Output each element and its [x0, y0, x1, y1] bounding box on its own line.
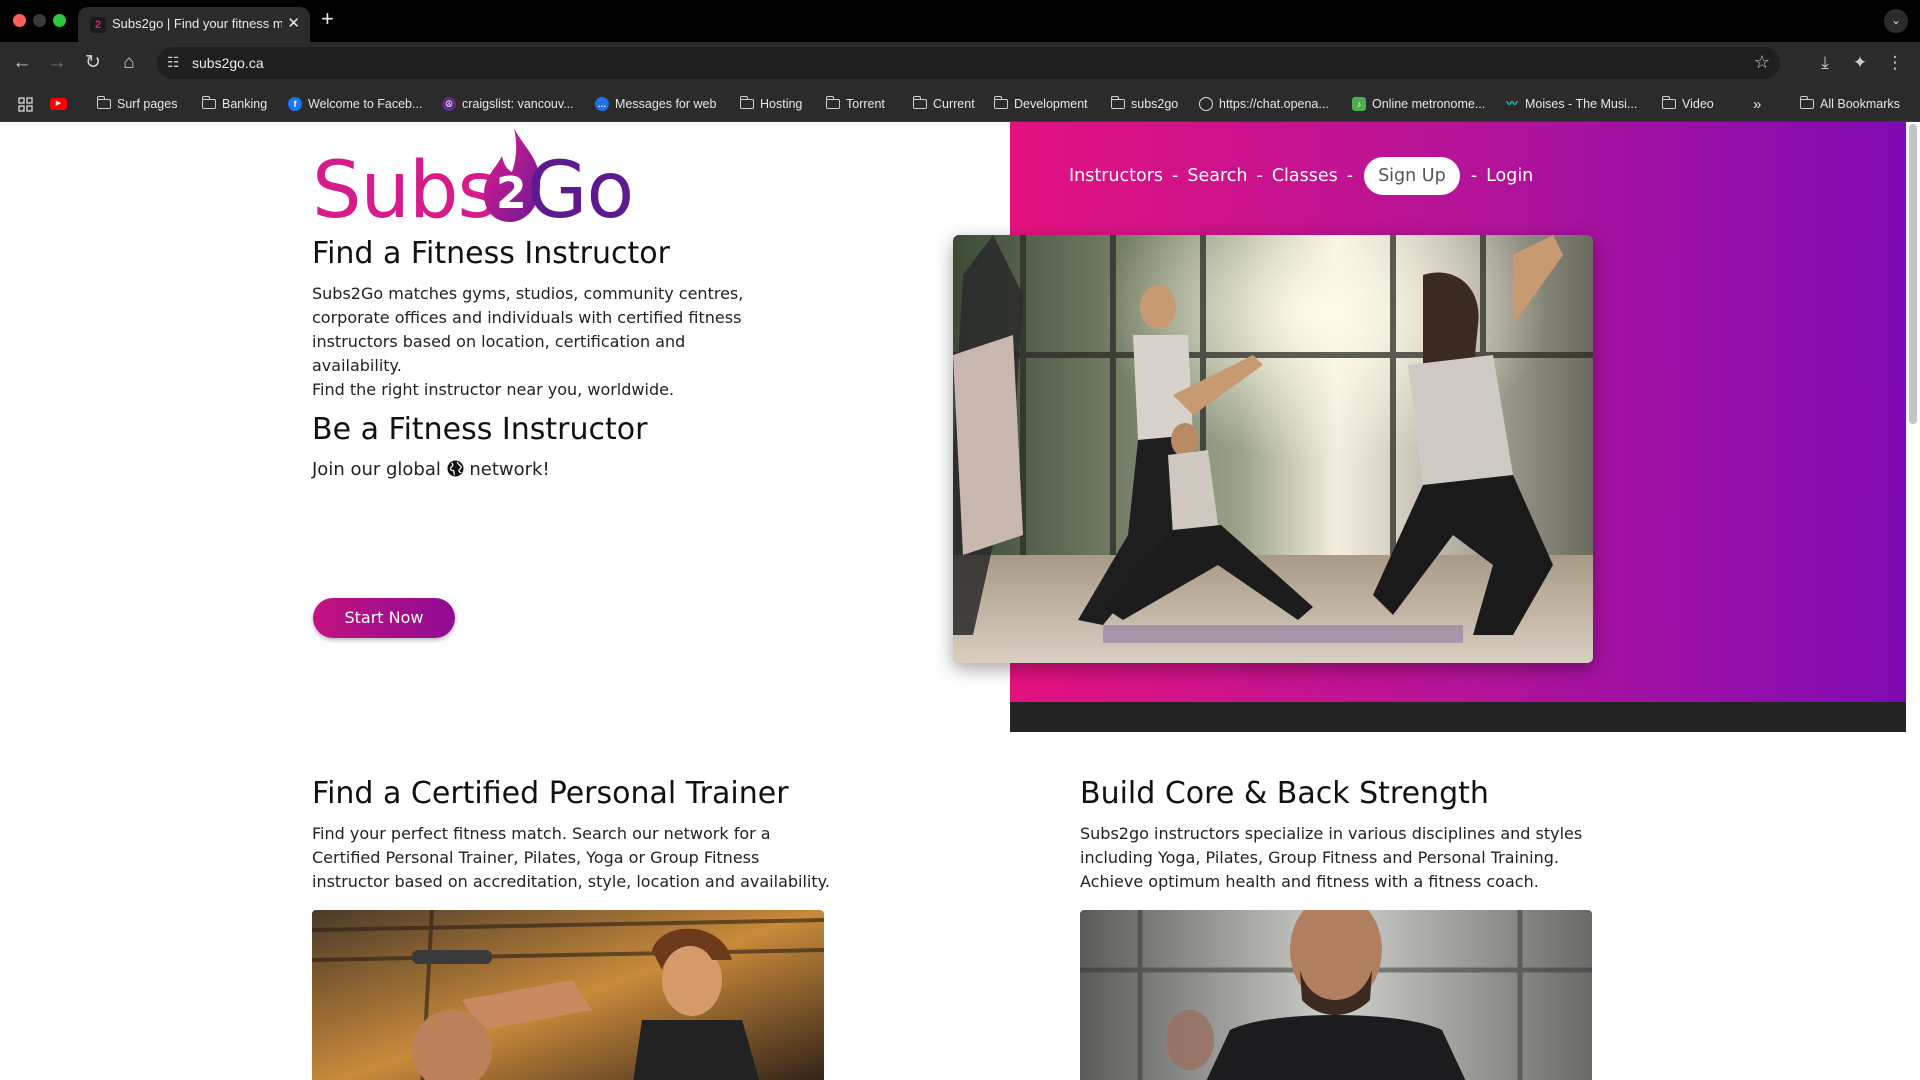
nav-separator: - — [1346, 166, 1354, 186]
moises-icon: 〰 — [1505, 97, 1519, 111]
hero-yoga-photo — [953, 235, 1593, 663]
join-network-text: Join our global network! — [312, 458, 550, 482]
folder-icon — [1661, 96, 1676, 109]
tab-favicon-icon: 2 — [90, 17, 106, 33]
folder-icon — [739, 96, 754, 109]
globe-icon — [447, 460, 464, 477]
nav-separator: - — [1470, 166, 1478, 186]
nav-separator: - — [1172, 166, 1179, 186]
browser-menu-icon[interactable]: ⋮ — [1882, 50, 1908, 76]
bookmark-star-icon[interactable]: ☆ — [1754, 52, 1770, 73]
find-instructor-text: Subs2Go matches gyms, studios, community… — [312, 284, 744, 375]
bookmark-hosting[interactable]: Hosting — [739, 95, 802, 113]
bookmark-messages[interactable]: … Messages for web — [595, 95, 716, 113]
personal-trainer-heading: Find a Certified Personal Trainer — [312, 776, 789, 811]
site-logo[interactable]: Subs 2 Go — [312, 126, 662, 236]
address-url[interactable]: subs2go.ca — [192, 55, 264, 71]
minimize-window-icon[interactable] — [33, 14, 46, 27]
openai-icon — [1199, 97, 1213, 111]
bookmark-moises[interactable]: 〰 Moises - The Musi... — [1505, 95, 1637, 113]
nav-classes[interactable]: Classes — [1272, 166, 1338, 186]
browser-toolbar: ← → ↻ ⌂ ☷ subs2go.ca ☆ ⤓ ✦ ⋮ — [0, 42, 1920, 84]
bookmark-chatgpt[interactable]: https://chat.opena... — [1199, 95, 1329, 113]
core-strength-photo — [1080, 910, 1592, 1080]
main-nav: Instructors - Search - Classes - Sign Up… — [1069, 156, 1533, 196]
browser-tab[interactable]: 2 Subs2go | Find your fitness m ✕ — [78, 7, 310, 42]
find-instructor-worldwide: Find the right instructor near you, worl… — [312, 380, 675, 399]
bookmark-craigslist[interactable]: ☮ craigslist: vancouv... — [442, 95, 574, 113]
messages-icon: … — [595, 97, 609, 111]
youtube-icon: ▶ — [50, 98, 67, 110]
logo-text-subs: Subs — [312, 146, 498, 236]
craigslist-icon: ☮ — [442, 97, 456, 111]
all-bookmarks[interactable]: All Bookmarks — [1799, 95, 1900, 113]
new-tab-icon[interactable]: + — [321, 6, 334, 32]
nav-sign-up-button[interactable]: Sign Up — [1364, 157, 1460, 195]
bookmark-current[interactable]: Current — [912, 95, 975, 113]
extensions-icon[interactable]: ✦ — [1847, 50, 1873, 76]
join-network-pre: Join our global — [312, 459, 441, 480]
core-strength-text: Subs2go instructors specialize in variou… — [1080, 824, 1583, 891]
apps-grid-icon[interactable] — [18, 95, 33, 113]
bookmark-subs2go[interactable]: subs2go — [1110, 95, 1178, 113]
bookmark-banking[interactable]: Banking — [201, 95, 267, 113]
tab-title: Subs2go | Find your fitness m — [112, 16, 282, 31]
page-scrollbar[interactable] — [1909, 124, 1917, 424]
folder-icon — [993, 96, 1008, 109]
bookmark-youtube[interactable]: ▶ — [50, 95, 67, 113]
folder-icon — [1110, 96, 1125, 109]
nav-separator: - — [1256, 166, 1263, 186]
bookmark-torrent[interactable]: Torrent — [825, 95, 885, 113]
folder-icon — [825, 96, 840, 109]
nav-instructors[interactable]: Instructors — [1069, 166, 1163, 186]
browser-tab-bar: 2 Subs2go | Find your fitness m ✕ + ⌄ — [0, 0, 1920, 42]
maximize-window-icon[interactable] — [53, 14, 66, 27]
core-strength-heading: Build Core & Back Strength — [1080, 776, 1489, 811]
join-network-post: network! — [469, 459, 550, 480]
reload-icon[interactable]: ↻ — [80, 50, 106, 76]
folder-icon — [201, 96, 216, 109]
forward-icon[interactable]: → — [44, 50, 70, 76]
bookmarks-bar: ▶ Surf pages Banking f Welcome to Faceb.… — [0, 84, 1920, 122]
web-page: Subs 2 Go Instructors - Search - Classes… — [0, 122, 1920, 1080]
metronome-icon: ♪ — [1352, 97, 1366, 111]
back-icon[interactable]: ← — [9, 50, 35, 76]
home-icon[interactable]: ⌂ — [116, 50, 142, 76]
personal-trainer-text: Find your perfect fitness match. Search … — [312, 824, 830, 891]
bookmark-surf-pages[interactable]: Surf pages — [96, 95, 177, 113]
logo-text-go: Go — [527, 146, 634, 236]
folder-icon — [96, 96, 111, 109]
bookmark-video[interactable]: Video — [1661, 95, 1714, 113]
download-icon[interactable]: ⤓ — [1812, 50, 1838, 76]
hero-dark-strip — [1010, 702, 1906, 732]
bookmark-development[interactable]: Development — [993, 95, 1088, 113]
close-tab-icon[interactable]: ✕ — [287, 14, 300, 32]
find-instructor-heading: Find a Fitness Instructor — [312, 236, 670, 271]
bookmark-metronome[interactable]: ♪ Online metronome... — [1352, 95, 1485, 113]
folder-icon — [1799, 96, 1814, 109]
site-info-icon[interactable]: ☷ — [167, 54, 180, 71]
bookmark-facebook[interactable]: f Welcome to Faceb... — [288, 95, 422, 113]
logo-text-2: 2 — [496, 168, 527, 219]
close-window-icon[interactable] — [13, 14, 26, 27]
address-bar[interactable]: ☷ subs2go.ca ☆ — [157, 47, 1780, 79]
start-now-button[interactable]: Start Now — [313, 598, 455, 638]
tab-search-icon[interactable]: ⌄ — [1884, 9, 1908, 33]
facebook-icon: f — [288, 97, 302, 111]
be-instructor-heading: Be a Fitness Instructor — [312, 412, 648, 447]
personal-trainer-photo — [312, 910, 824, 1080]
bookmarks-overflow-icon[interactable]: » — [1753, 95, 1761, 113]
nav-search[interactable]: Search — [1187, 166, 1247, 186]
nav-login[interactable]: Login — [1486, 166, 1533, 186]
folder-icon — [912, 96, 927, 109]
